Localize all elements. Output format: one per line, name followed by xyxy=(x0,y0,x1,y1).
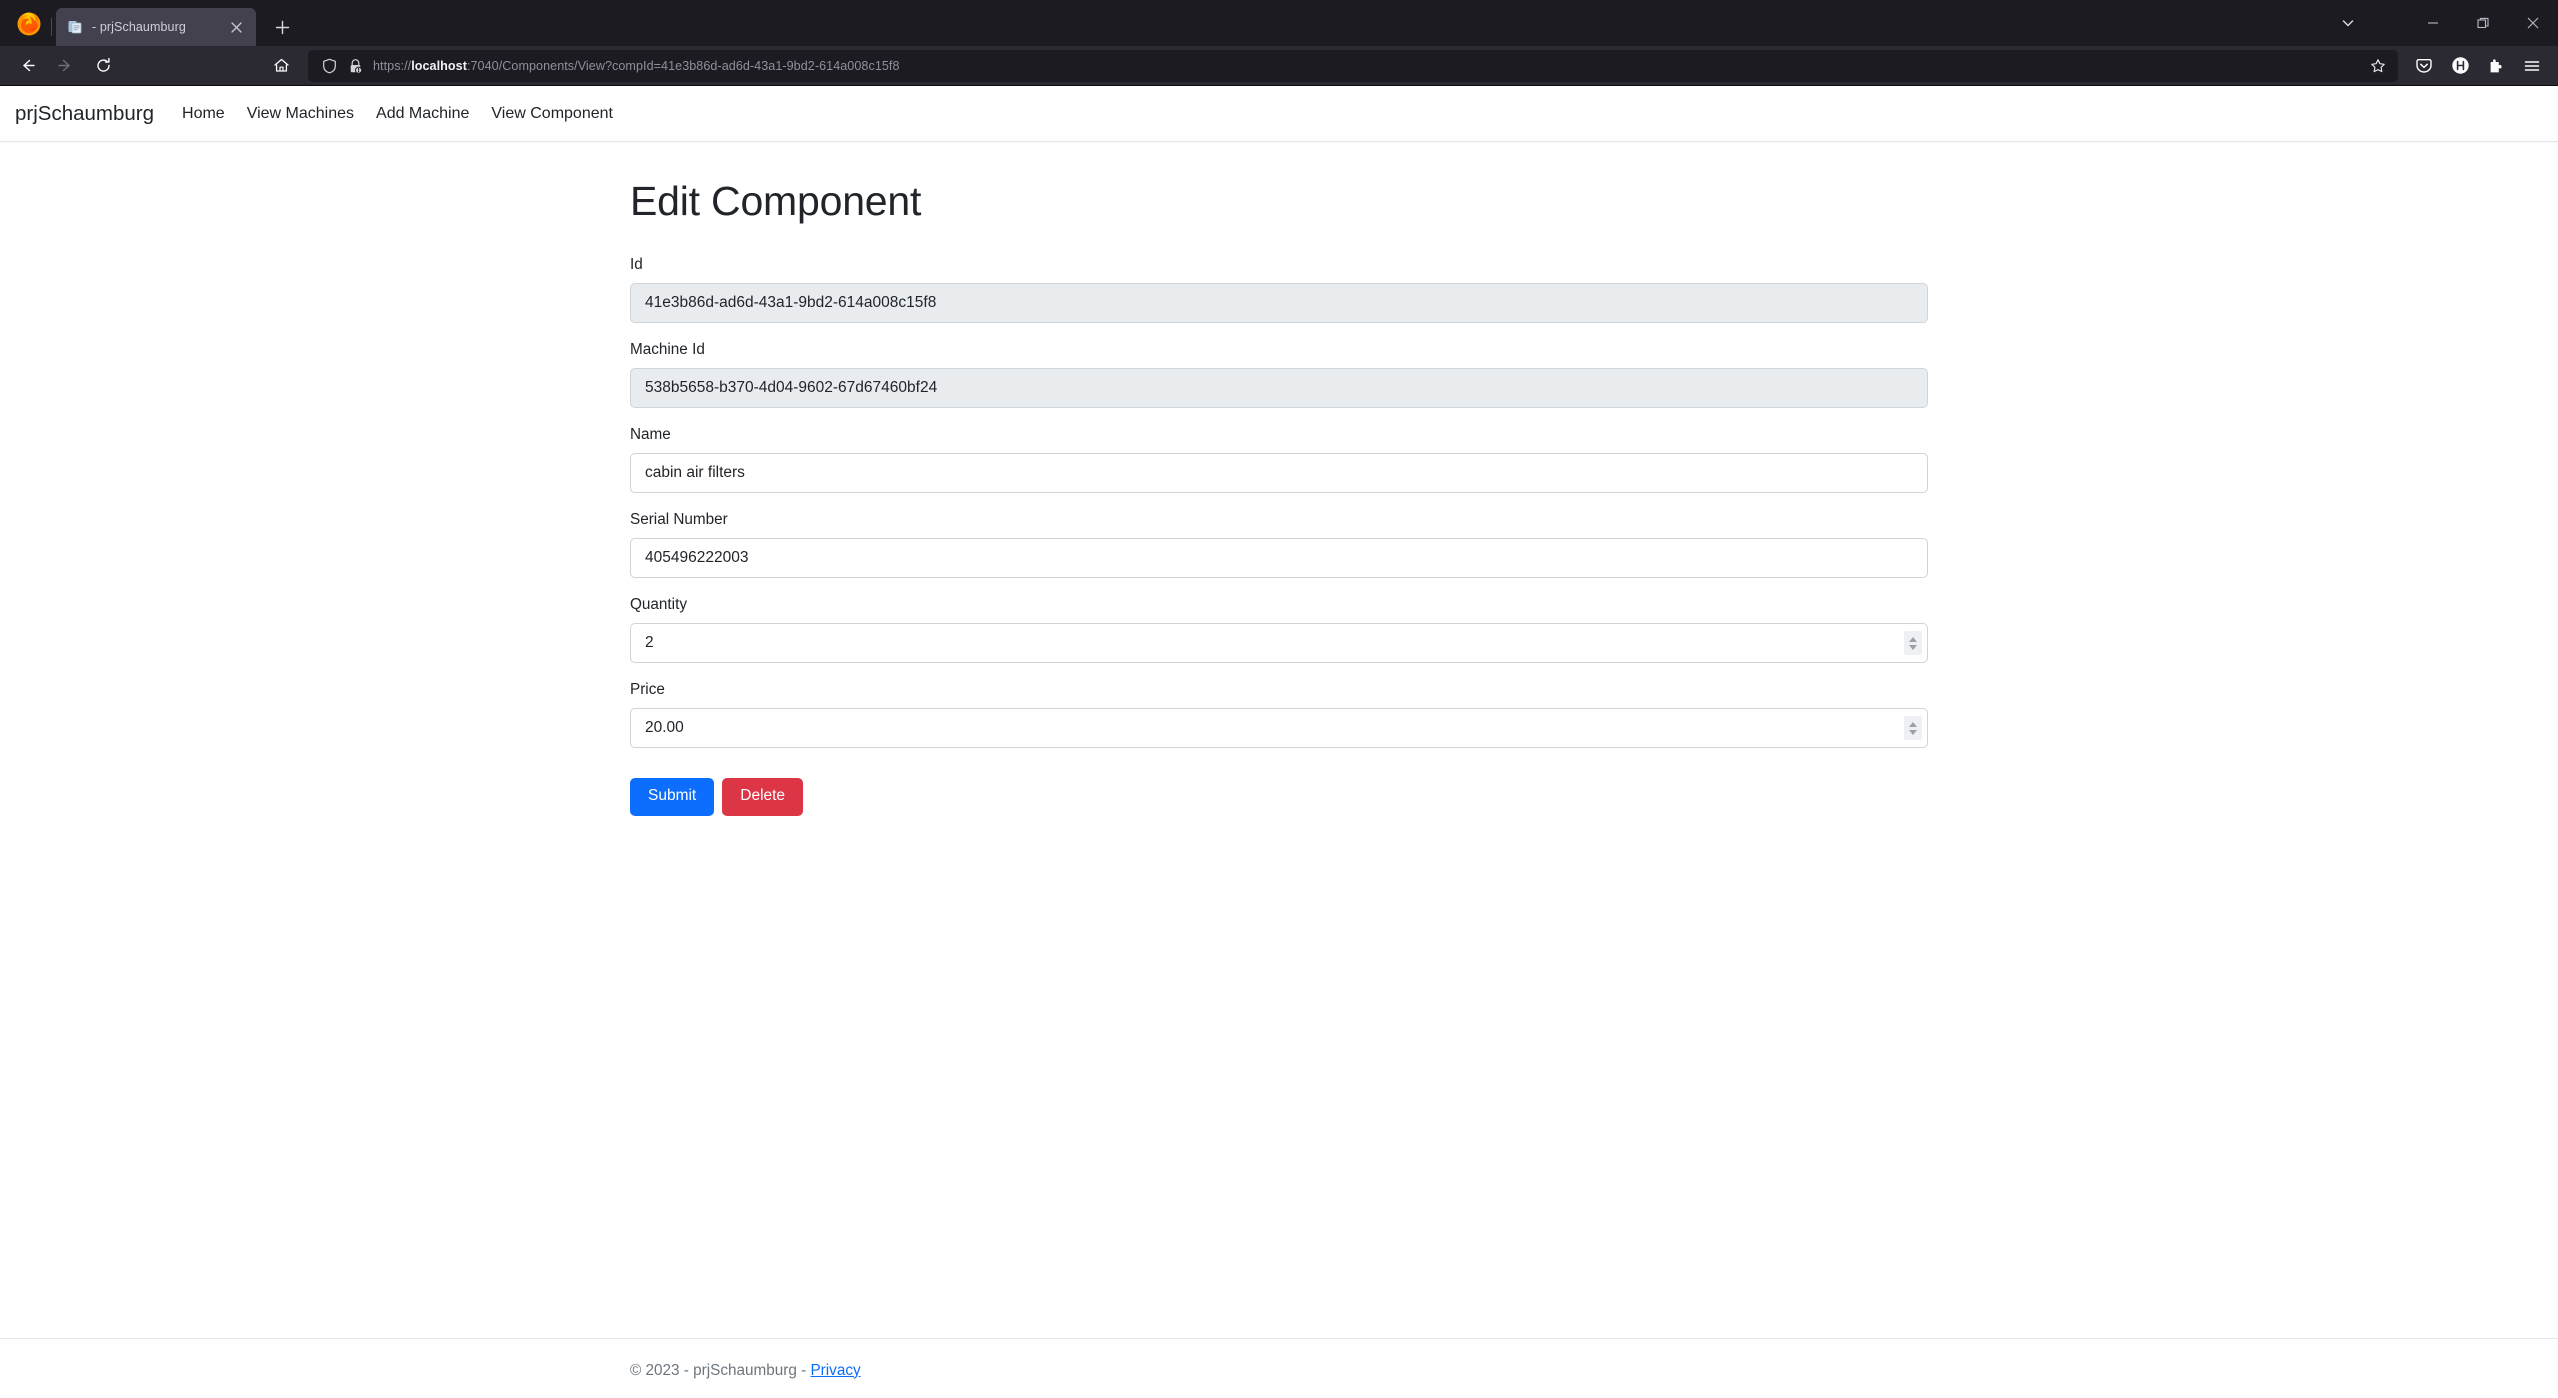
close-icon[interactable] xyxy=(2508,0,2558,46)
label-quantity: Quantity xyxy=(630,596,687,614)
browser-window: - prjSchaumburg https://localhost:7040/C… xyxy=(0,0,2558,1398)
submit-button[interactable]: Submit xyxy=(630,778,715,816)
home-icon[interactable] xyxy=(262,50,300,82)
nav-link-view-component[interactable]: View Component xyxy=(491,105,613,123)
stepper-up-icon[interactable] xyxy=(1909,721,1917,727)
footer-copyright: © 2023 - prjSchaumburg - xyxy=(630,1361,811,1379)
forward-arrow-icon xyxy=(46,50,84,82)
star-icon[interactable] xyxy=(2364,52,2392,80)
field-group-machine-id: Machine Id xyxy=(630,341,1928,409)
document-icon xyxy=(66,19,83,36)
list-all-tabs-button[interactable] xyxy=(2328,0,2368,46)
label-price: Price xyxy=(630,681,665,699)
page-viewport: prjSchaumburg Home View Machines Add Mac… xyxy=(0,86,2558,1398)
label-name: Name xyxy=(630,426,671,444)
nav-link-add-machine[interactable]: Add Machine xyxy=(376,105,469,123)
field-group-price: Price xyxy=(630,681,1928,749)
field-group-serial-number: Serial Number xyxy=(630,511,1928,579)
window-controls xyxy=(2408,0,2558,46)
id-input[interactable] xyxy=(630,283,1928,324)
label-machine-id: Machine Id xyxy=(630,341,705,359)
quantity-input-wrap xyxy=(630,623,1928,664)
privacy-link[interactable]: Privacy xyxy=(810,1362,860,1379)
pocket-icon[interactable] xyxy=(2406,50,2442,82)
field-group-id: Id xyxy=(630,256,1928,324)
site-brand[interactable]: prjSchaumburg xyxy=(15,102,154,126)
quantity-stepper[interactable] xyxy=(1904,631,1922,656)
label-id: Id xyxy=(630,256,643,274)
lock-warning-icon[interactable] xyxy=(342,53,368,79)
shield-icon[interactable] xyxy=(316,53,342,79)
restore-icon[interactable] xyxy=(2458,0,2508,46)
site-footer: © 2023 - prjSchaumburg - Privacy xyxy=(0,1338,2558,1398)
nav-link-view-machines[interactable]: View Machines xyxy=(247,105,354,123)
url-bar[interactable]: https://localhost:7040/Components/View?c… xyxy=(308,49,2398,82)
browser-toolbar: https://localhost:7040/Components/View?c… xyxy=(0,46,2558,86)
quantity-input[interactable] xyxy=(630,623,1928,664)
hamburger-menu-icon[interactable] xyxy=(2514,50,2550,82)
reload-icon[interactable] xyxy=(84,50,122,82)
stepper-down-icon[interactable] xyxy=(1909,644,1917,650)
delete-button[interactable]: Delete xyxy=(722,778,804,816)
back-arrow-icon[interactable] xyxy=(8,50,46,82)
tab-title: - prjSchaumburg xyxy=(92,20,186,34)
page-container: Edit Component Id Machine Id Name xyxy=(630,177,1928,816)
tab-strip: - prjSchaumburg xyxy=(0,0,2558,46)
new-tab-button[interactable] xyxy=(266,11,298,43)
edit-component-form: Id Machine Id Name Seri xyxy=(630,256,1928,816)
close-icon[interactable] xyxy=(226,17,246,37)
firefox-logo-icon xyxy=(14,8,44,38)
name-input[interactable] xyxy=(630,453,1928,494)
stepper-down-icon[interactable] xyxy=(1909,729,1917,735)
price-stepper[interactable] xyxy=(1904,716,1922,741)
page-title: Edit Component xyxy=(630,178,922,224)
browser-tab[interactable]: - prjSchaumburg xyxy=(51,8,256,46)
price-input-wrap xyxy=(630,708,1928,749)
serial-number-input[interactable] xyxy=(630,538,1928,579)
stepper-up-icon[interactable] xyxy=(1909,636,1917,642)
label-serial-number: Serial Number xyxy=(630,511,728,529)
field-group-name: Name xyxy=(630,426,1928,494)
site-nav-links: Home View Machines Add Machine View Comp… xyxy=(182,105,613,123)
account-h-icon[interactable] xyxy=(2442,50,2478,82)
field-group-quantity: Quantity xyxy=(630,596,1928,664)
extensions-puzzle-icon[interactable] xyxy=(2478,50,2514,82)
url-text: https://localhost:7040/Components/View?c… xyxy=(373,58,900,73)
form-actions: Submit Delete xyxy=(630,778,1928,816)
footer-text: © 2023 - prjSchaumburg - Privacy xyxy=(630,1358,1928,1380)
content-area: Edit Component Id Machine Id Name xyxy=(0,142,2558,1398)
site-navbar: prjSchaumburg Home View Machines Add Mac… xyxy=(0,86,2558,142)
minimize-icon[interactable] xyxy=(2408,0,2458,46)
machine-id-input[interactable] xyxy=(630,368,1928,409)
price-input[interactable] xyxy=(630,708,1928,749)
nav-link-home[interactable]: Home xyxy=(182,105,225,123)
